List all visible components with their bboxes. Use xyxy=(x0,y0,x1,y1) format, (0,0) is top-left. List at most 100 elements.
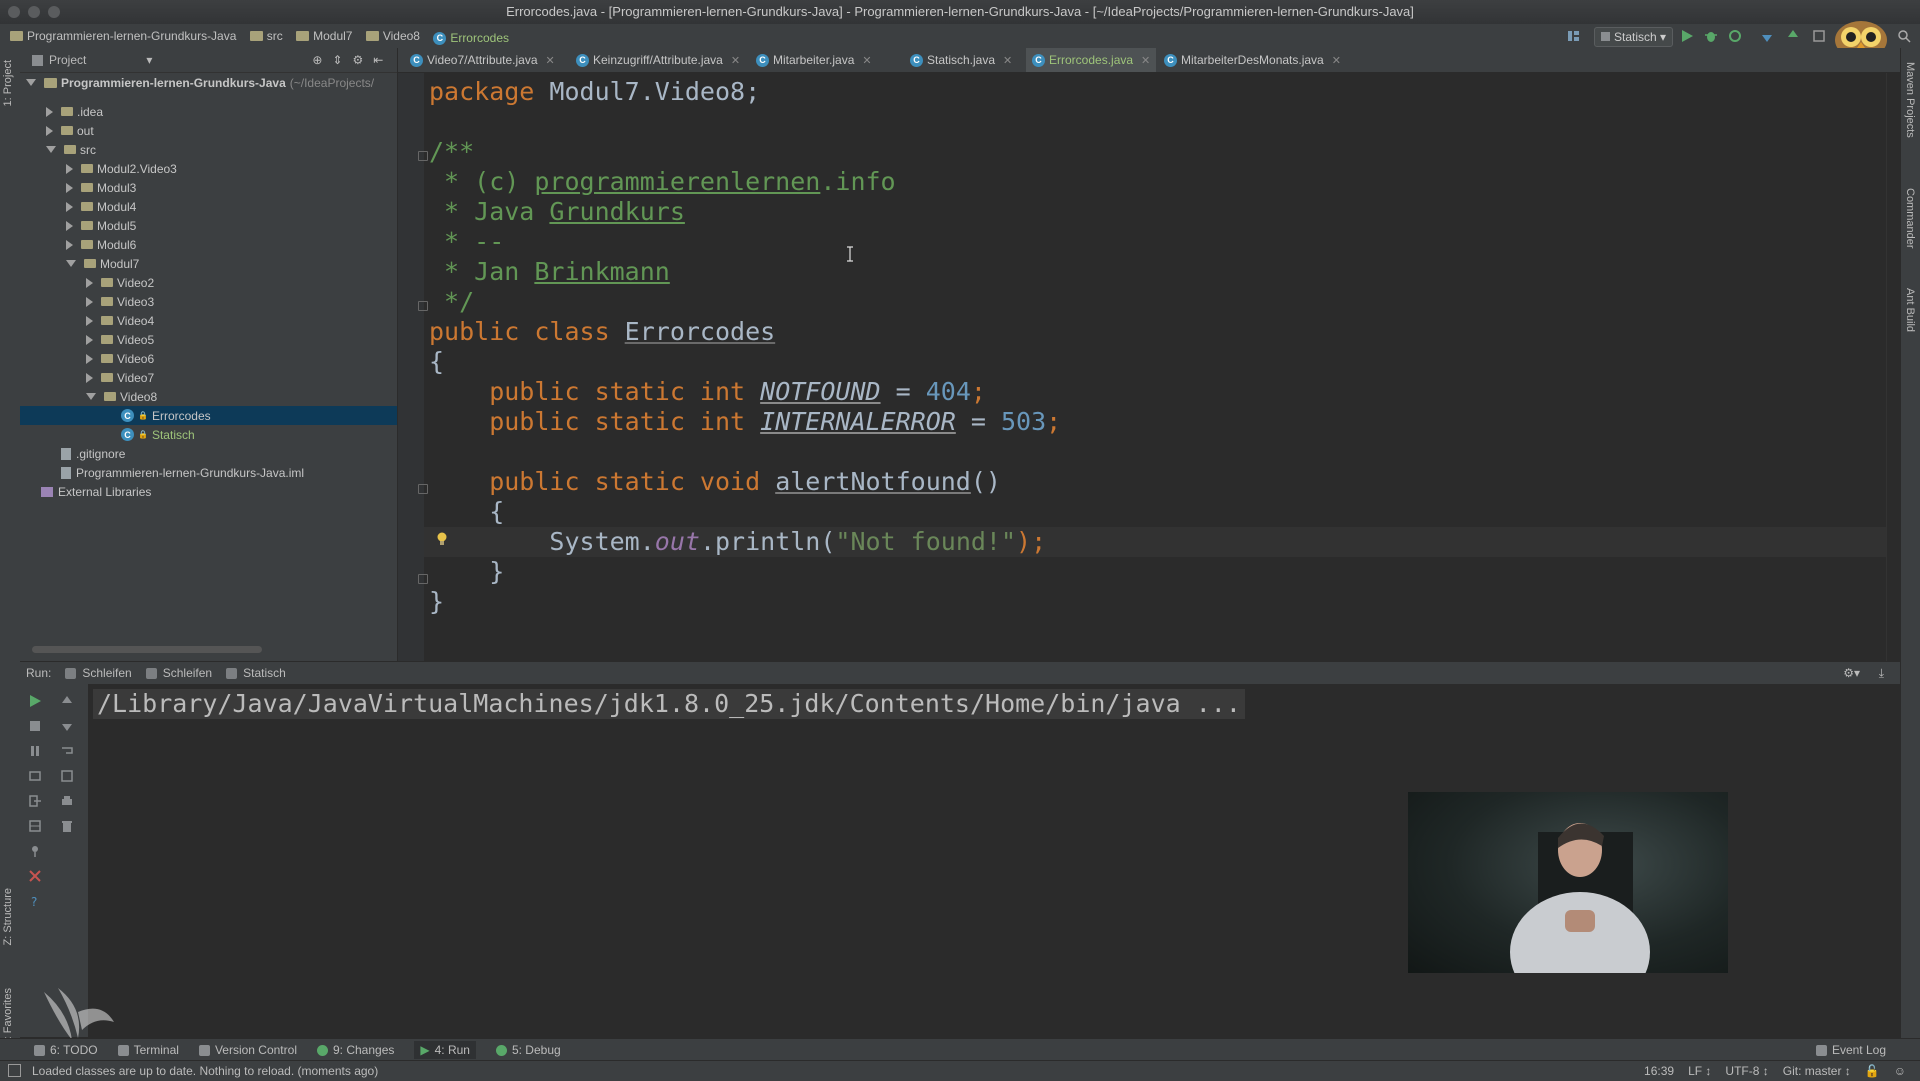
hierarchy-icon[interactable] xyxy=(1567,29,1581,43)
editor-tab[interactable]: C Errorcodes.java ✕ xyxy=(1026,48,1157,72)
editor-tab[interactable]: C Statisch.java ✕ xyxy=(904,48,1018,72)
tree-item[interactable]: Modul3 xyxy=(66,178,136,197)
lightbulb-icon[interactable] xyxy=(437,532,447,546)
tree-item[interactable]: C 🔒 Errorcodes xyxy=(106,406,211,425)
locate-icon[interactable]: ⊕ xyxy=(312,53,322,67)
breadcrumb-video8[interactable]: Video8 xyxy=(365,24,420,48)
chevron-right-icon[interactable] xyxy=(66,220,73,231)
structure-tool-tab[interactable]: Z: Structure xyxy=(2,888,14,945)
run-icon[interactable] xyxy=(1680,29,1694,43)
tree-item[interactable]: Video8 xyxy=(86,387,157,406)
tree-item[interactable]: Modul2.Video3 xyxy=(66,159,177,178)
horizontal-scrollbar[interactable] xyxy=(32,646,262,653)
gear-icon[interactable]: ⚙▾ xyxy=(1843,666,1860,680)
tree-item[interactable]: C 🔒 Statisch xyxy=(106,425,195,444)
favorites-tool-tab[interactable]: 2: Favorites xyxy=(2,988,14,1045)
fold-marker-icon[interactable] xyxy=(418,484,428,494)
chevron-right-icon[interactable] xyxy=(86,277,93,288)
event-log-tab[interactable]: Event Log xyxy=(1815,1043,1886,1057)
debug-tab[interactable]: 5: Debug xyxy=(495,1043,561,1057)
arrow-up-icon[interactable] xyxy=(60,694,74,708)
run-tab-schleifen-1[interactable]: Schleifen xyxy=(65,666,132,680)
caret-position[interactable]: 16:39 xyxy=(1644,1064,1674,1078)
chevron-right-icon[interactable] xyxy=(66,163,73,174)
close-tab-icon[interactable]: ✕ xyxy=(862,54,871,67)
soft-wrap-icon[interactable] xyxy=(60,744,74,758)
help-icon[interactable]: ? xyxy=(28,894,42,908)
todo-tab[interactable]: 6: TODO xyxy=(34,1043,98,1057)
commander-tab[interactable]: Commander xyxy=(1904,188,1916,249)
vcs-update-icon[interactable] xyxy=(1760,29,1774,43)
coverage-icon[interactable] xyxy=(1728,29,1742,43)
fold-marker-icon[interactable] xyxy=(418,151,428,161)
chevron-right-icon[interactable] xyxy=(66,239,73,250)
chevron-right-icon[interactable] xyxy=(46,106,53,117)
git-branch[interactable]: Git: master ↕ xyxy=(1783,1064,1851,1078)
search-icon[interactable] xyxy=(1897,29,1911,43)
chevron-right-icon[interactable] xyxy=(86,296,93,307)
tree-item[interactable]: Modul4 xyxy=(66,197,136,216)
chevron-right-icon[interactable] xyxy=(66,201,73,212)
fold-marker-icon[interactable] xyxy=(418,301,428,311)
project-view-select[interactable]: Project xyxy=(49,53,86,67)
editor-tab[interactable]: C Mitarbeiter.java ✕ xyxy=(750,48,878,72)
tree-item[interactable]: Programmieren-lernen-Grundkurs-Java.iml xyxy=(46,463,304,482)
print-icon[interactable] xyxy=(60,794,74,808)
tree-item[interactable]: .gitignore xyxy=(46,444,125,463)
tree-item[interactable]: Video6 xyxy=(86,349,154,368)
tree-item[interactable]: out xyxy=(46,121,94,140)
scroll-to-end-icon[interactable] xyxy=(60,769,74,783)
terminal-tab[interactable]: Terminal xyxy=(117,1043,179,1057)
tree-item[interactable]: Video5 xyxy=(86,330,154,349)
tree-item[interactable]: Modul7 xyxy=(66,254,139,273)
breadcrumb-errorcodes[interactable]: C Errorcodes xyxy=(433,26,509,50)
chevron-right-icon[interactable] xyxy=(66,182,73,193)
hide-panel-icon[interactable]: ⤓ xyxy=(1879,666,1884,681)
breadcrumb-src[interactable]: src xyxy=(249,24,283,48)
tree-item[interactable]: Video3 xyxy=(86,292,154,311)
run-tab[interactable]: ▶ 4: Run xyxy=(414,1041,476,1059)
chevron-right-icon[interactable] xyxy=(86,353,93,364)
editor-tab[interactable]: C Keinzugriff/Attribute.java ✕ xyxy=(570,48,746,72)
run-configuration-select[interactable]: Statisch ▾ xyxy=(1594,27,1674,47)
breadcrumb-modul7[interactable]: Modul7 xyxy=(296,24,352,48)
debug-icon[interactable] xyxy=(1704,29,1718,43)
pause-icon[interactable] xyxy=(28,744,42,758)
arrow-down-icon[interactable] xyxy=(60,719,74,733)
close-tab-icon[interactable]: ✕ xyxy=(546,54,555,67)
gear-icon[interactable]: ⚙ xyxy=(353,53,364,67)
version-control-tab[interactable]: Version Control xyxy=(198,1043,297,1057)
chevron-right-icon[interactable] xyxy=(86,334,93,345)
run-tab-schleifen-2[interactable]: Schleifen xyxy=(145,666,212,680)
tree-item[interactable]: src xyxy=(46,140,96,159)
fold-marker-icon[interactable] xyxy=(418,574,428,584)
settings-icon[interactable] xyxy=(1812,29,1826,43)
close-tab-icon[interactable]: ✕ xyxy=(1003,54,1012,67)
chevron-down-icon[interactable] xyxy=(66,260,76,267)
toggle-tool-windows-icon[interactable] xyxy=(8,1064,21,1077)
collapse-all-icon[interactable]: ⇕ xyxy=(332,53,342,67)
clear-all-icon[interactable] xyxy=(60,819,74,833)
tree-root-project[interactable]: Programmieren-lernen-Grundkurs-Java (~/I… xyxy=(26,73,374,92)
chevron-down-icon[interactable] xyxy=(46,146,56,153)
file-encoding[interactable]: UTF-8 ↕ xyxy=(1725,1064,1768,1078)
chevron-right-icon[interactable] xyxy=(86,315,93,326)
chevron-down-icon[interactable] xyxy=(86,393,96,400)
chevron-right-icon[interactable] xyxy=(86,372,93,383)
editor-tab[interactable]: C MitarbeiterDesMonats.java ✕ xyxy=(1158,48,1347,72)
run-tab-statisch[interactable]: Statisch xyxy=(226,666,286,680)
tree-item[interactable]: Video4 xyxy=(86,311,154,330)
tree-item[interactable]: External Libraries xyxy=(26,482,151,501)
project-tool-tab[interactable]: 1: Project xyxy=(2,60,14,106)
ant-build-tab[interactable]: Ant Build xyxy=(1904,288,1916,332)
close-tab-icon[interactable]: ✕ xyxy=(1141,54,1150,67)
tree-item[interactable]: .idea xyxy=(46,102,103,121)
exit-icon[interactable] xyxy=(28,794,42,808)
close-tab-icon[interactable]: ✕ xyxy=(731,54,740,67)
maven-projects-tab[interactable]: Maven Projects xyxy=(1904,62,1916,138)
inspector-icon[interactable]: ☺ xyxy=(1894,1064,1906,1078)
changes-tab[interactable]: 9: Changes xyxy=(316,1043,394,1057)
close-tab-icon[interactable]: ✕ xyxy=(1332,54,1341,67)
dump-threads-icon[interactable] xyxy=(28,769,42,783)
chevron-right-icon[interactable] xyxy=(46,125,53,136)
